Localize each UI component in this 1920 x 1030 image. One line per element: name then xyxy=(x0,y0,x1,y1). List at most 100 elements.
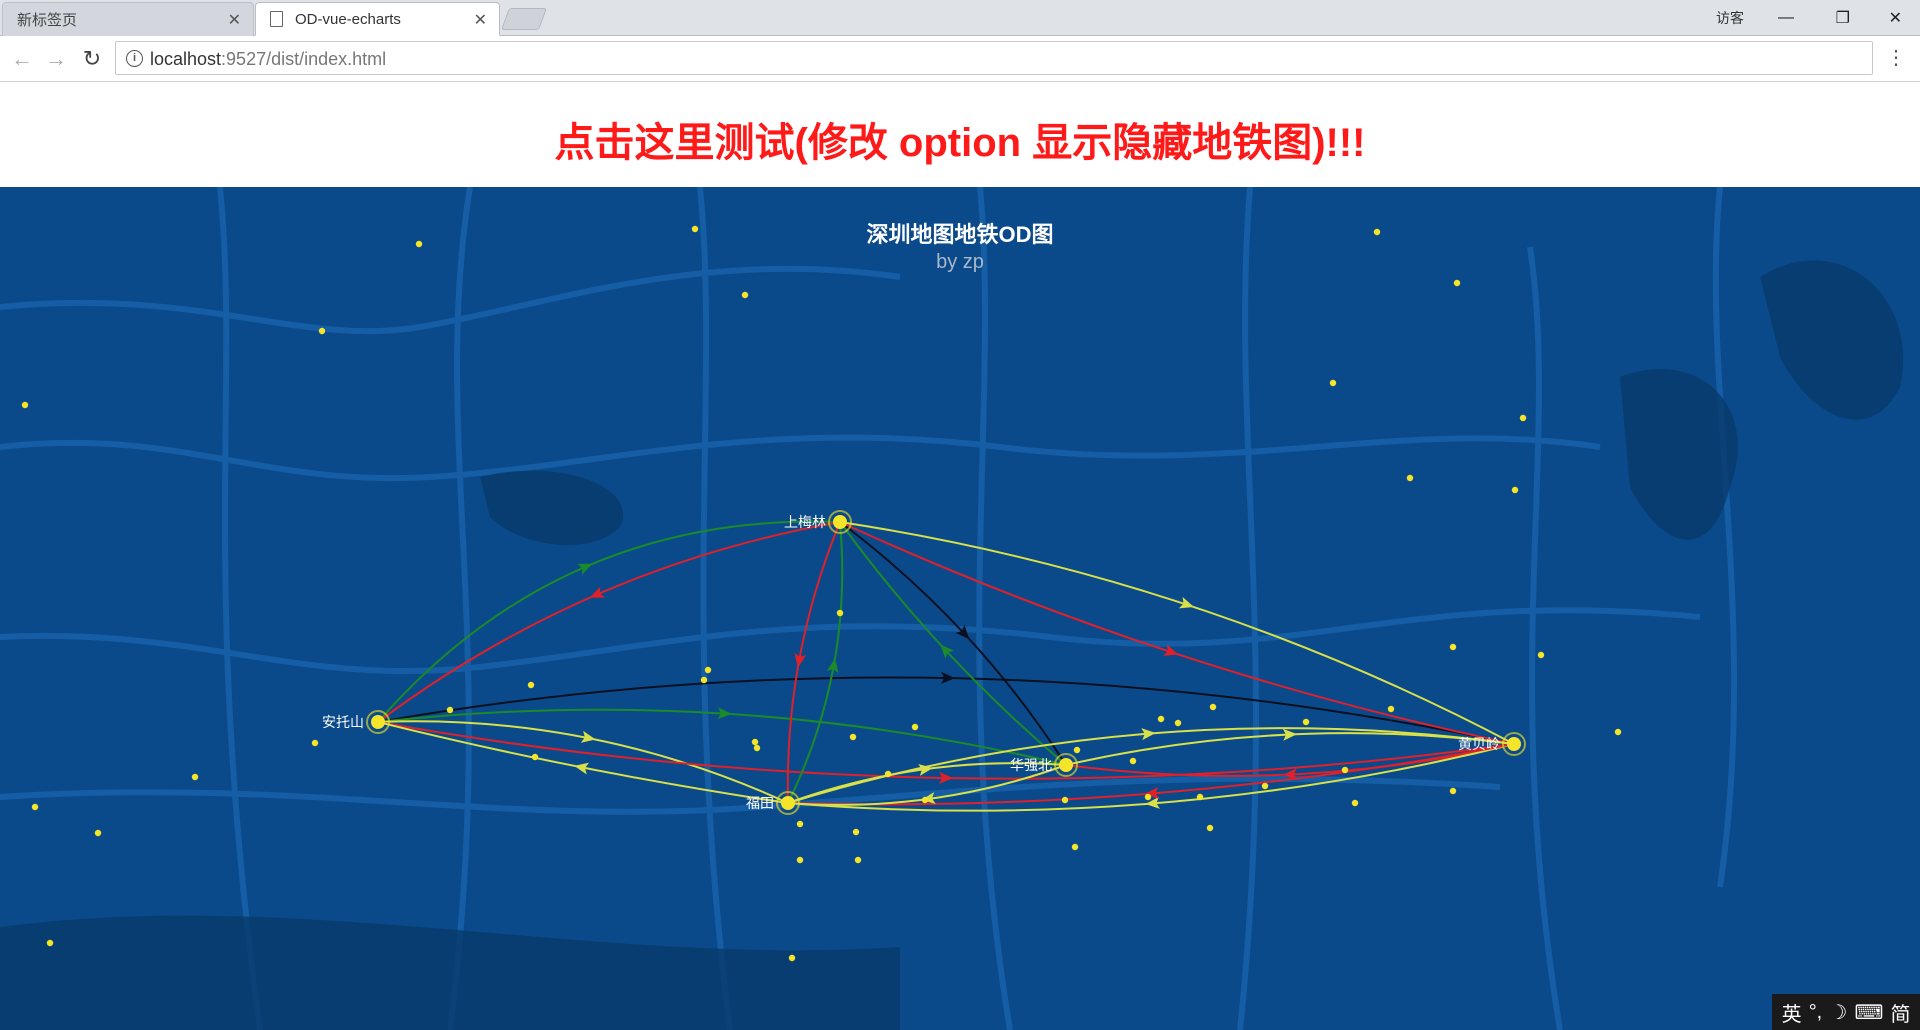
restore-icon: ❐ xyxy=(1835,10,1850,27)
tab-od-vue-echarts[interactable]: OD-vue-echarts ✕ xyxy=(255,2,500,36)
scatter-dot xyxy=(527,681,535,689)
headline-text: 点击这里测试(修改 option 显示隐藏地铁图)!!! xyxy=(554,121,1366,165)
scatter-dot xyxy=(788,954,796,962)
guest-profile-label[interactable]: 访客 xyxy=(1716,8,1744,28)
close-icon: ✕ xyxy=(1888,10,1902,27)
scatter-dot xyxy=(1071,843,1079,851)
url-host: localhost xyxy=(150,49,222,69)
scatter-dot xyxy=(921,796,929,804)
browser-menu-button[interactable]: ⋮ xyxy=(1886,45,1906,70)
scatter-dot xyxy=(1129,757,1137,765)
flow-arrow-icon xyxy=(1178,596,1194,609)
scatter-dot xyxy=(796,820,804,828)
flow-line-shangmeilin-to-huangbeiling xyxy=(839,521,1515,745)
info-icon[interactable]: i xyxy=(126,50,143,67)
url-text: localhost:9527/dist/index.html xyxy=(150,49,386,70)
station-node-futian[interactable] xyxy=(781,796,795,810)
flow-line-shangmeilin-to-huangbeiling xyxy=(839,521,1515,745)
scatter-dot xyxy=(1341,766,1349,774)
reload-icon: ↻ xyxy=(82,46,102,71)
scatter-dot xyxy=(1174,719,1182,727)
tab-label: 新标签页 xyxy=(17,12,78,29)
scatter-dot xyxy=(1537,651,1545,659)
close-window-button[interactable]: ✕ xyxy=(1889,0,1902,36)
scatter-dot xyxy=(1453,279,1461,287)
reload-button[interactable]: ↻ xyxy=(78,45,106,73)
url-input[interactable]: i localhost:9527/dist/index.html xyxy=(115,41,1873,75)
url-path: :9527/dist/index.html xyxy=(221,49,387,69)
back-button[interactable]: ← xyxy=(8,45,36,73)
station-node-huangbeiling[interactable] xyxy=(1507,737,1521,751)
scatter-dot xyxy=(1302,718,1310,726)
map-roads xyxy=(0,187,1738,1030)
scatter-dot xyxy=(704,666,712,674)
tab-new-tab[interactable]: 新标签页 ✕ xyxy=(2,2,254,36)
scatter-dot xyxy=(1206,824,1214,832)
scatter-dot xyxy=(1406,474,1414,482)
scatter-dot xyxy=(1449,643,1457,651)
moon-icon[interactable]: ☽ xyxy=(1829,1000,1847,1025)
ime-toolbar[interactable]: 英 °, ☽ ⌨ 简 xyxy=(1772,994,1920,1030)
scatter-dots xyxy=(21,225,1622,962)
map-water xyxy=(0,260,1904,1030)
kebab-menu-icon: ⋮ xyxy=(1886,47,1906,69)
flow-line-antuoshan-to-futian xyxy=(377,720,789,804)
flow-arrow-icon xyxy=(577,563,593,575)
flow-line-shangmeilin-to-antuoshan xyxy=(377,521,841,723)
scatter-dot xyxy=(849,733,857,741)
restore-button[interactable]: ❐ xyxy=(1836,0,1850,36)
flow-arrow-icon xyxy=(589,586,605,598)
scatter-dot xyxy=(1196,793,1204,801)
scatter-dot xyxy=(1519,414,1527,422)
browser-tab-bar: 新标签页 ✕ OD-vue-echarts ✕ 访客 — ❐ ✕ xyxy=(0,0,1920,36)
flow-line-futian-to-antuoshan xyxy=(377,721,789,804)
scatter-dot xyxy=(741,291,749,299)
scatter-dot xyxy=(1144,793,1152,801)
ime-language[interactable]: 英 xyxy=(1782,998,1802,1027)
scatter-dot xyxy=(753,744,761,752)
new-tab-button[interactable] xyxy=(500,8,548,30)
forward-button[interactable]: → xyxy=(42,45,70,73)
flow-line-shangmeilin-to-futian xyxy=(786,521,841,804)
tab-label: OD-vue-echarts xyxy=(295,10,401,28)
scatter-dot xyxy=(1157,715,1165,723)
station-node-huaqiangbei[interactable] xyxy=(1059,758,1073,772)
scatter-dot xyxy=(191,773,199,781)
flow-line-antuoshan-to-huaqiangbei xyxy=(377,708,1067,766)
station-label: 安托山 xyxy=(322,714,364,730)
station-label: 上梅林 xyxy=(784,514,826,530)
scatter-dot xyxy=(46,939,54,947)
scatter-dot xyxy=(531,753,539,761)
scatter-dot xyxy=(1351,799,1359,807)
minimize-button[interactable]: — xyxy=(1778,0,1794,36)
flow-arrow-icon xyxy=(580,730,596,743)
od-map-chart[interactable]: 上梅林 安托山 福田 华强北 黄贝岭 深圳地图地铁OD图 by zp 英 °, ☽ ⌨ … xyxy=(0,187,1920,1030)
scatter-dot xyxy=(836,609,844,617)
map-title: 深圳地图地铁OD图 xyxy=(866,222,1054,247)
flow-arrow-icon xyxy=(574,762,590,775)
keyboard-icon[interactable]: ⌨ xyxy=(1854,1000,1883,1025)
arrow-right-icon: → xyxy=(45,46,67,71)
scatter-dot xyxy=(1061,796,1069,804)
scatter-dot xyxy=(700,676,708,684)
station-label: 黄贝岭 xyxy=(1458,736,1500,752)
close-icon[interactable]: ✕ xyxy=(474,10,487,30)
toggle-subway-link[interactable]: 点击这里测试(修改 option 显示隐藏地铁图)!!! xyxy=(0,82,1920,187)
document-icon xyxy=(270,11,283,27)
ime-punctuation[interactable]: °, xyxy=(1809,1001,1823,1024)
scatter-dot xyxy=(884,770,892,778)
scatter-dot xyxy=(1329,379,1337,387)
station-label: 福田 xyxy=(746,795,774,811)
scatter-dot xyxy=(94,829,102,837)
scatter-dot xyxy=(1209,703,1217,711)
minimize-icon: — xyxy=(1778,9,1794,26)
scatter-dot xyxy=(21,401,29,409)
station-node-antuoshan[interactable] xyxy=(371,715,385,729)
scatter-dot xyxy=(852,828,860,836)
scatter-dot xyxy=(318,327,326,335)
ime-mode[interactable]: 简 xyxy=(1890,998,1910,1027)
close-icon[interactable]: ✕ xyxy=(228,10,241,30)
scatter-dot xyxy=(311,739,319,747)
arrow-left-icon: ← xyxy=(11,46,33,71)
station-node-shangmeilin[interactable] xyxy=(833,515,847,529)
